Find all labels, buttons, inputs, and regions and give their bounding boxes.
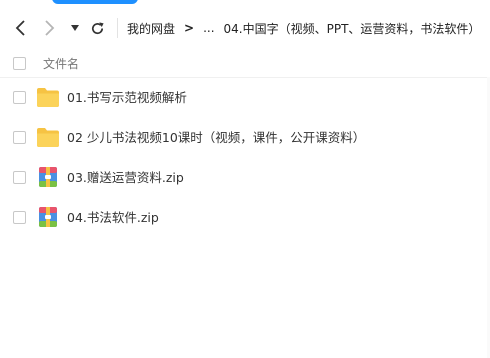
refresh-icon — [91, 21, 104, 34]
breadcrumb-ellipsis[interactable]: ... — [203, 21, 214, 35]
archive-icon — [39, 167, 57, 187]
row-checkbox[interactable] — [13, 131, 26, 144]
row-checkbox[interactable] — [13, 211, 26, 224]
file-row[interactable]: 03.赠送运营资料.zip — [0, 158, 490, 198]
chevron-right-icon — [45, 20, 55, 36]
back-button[interactable] — [10, 11, 32, 45]
row-checkbox[interactable] — [13, 91, 26, 104]
chevron-left-icon — [15, 20, 25, 36]
forward-button[interactable] — [38, 11, 60, 45]
file-name[interactable]: 03.赠送运营资料.zip — [67, 158, 184, 198]
breadcrumb-current: 04.中国字（视频、PPT、运营资料，书法软件） — [223, 21, 481, 36]
file-row[interactable]: 02 少儿书法视频10课时（视频，课件，公开课资料） — [0, 118, 490, 158]
file-name[interactable]: 01.书写示范视频解析 — [67, 78, 187, 118]
select-all-checkbox[interactable] — [13, 56, 26, 70]
nav-divider — [117, 18, 118, 38]
file-list-header: 文件名 — [0, 49, 490, 78]
archive-icon — [39, 207, 57, 227]
top-action-button-edge[interactable] — [52, 0, 138, 4]
file-row[interactable]: 01.书写示范视频解析 — [0, 78, 490, 118]
folder-icon — [37, 128, 59, 147]
caret-down-icon — [71, 25, 79, 31]
row-checkbox[interactable] — [13, 171, 26, 184]
refresh-button[interactable] — [88, 11, 106, 45]
folder-icon — [37, 88, 59, 107]
file-row[interactable]: 04.书法软件.zip — [0, 198, 490, 238]
navigation-bar: 我的网盘 > ... 04.中国字（视频、PPT、运营资料，书法软件） — [0, 11, 490, 56]
breadcrumb: 我的网盘 > ... 04.中国字（视频、PPT、运营资料，书法软件） — [127, 11, 480, 45]
file-name[interactable]: 02 少儿书法视频10课时（视频，课件，公开课资料） — [67, 118, 365, 158]
file-name[interactable]: 04.书法软件.zip — [67, 198, 159, 238]
breadcrumb-separator-icon: > — [184, 21, 195, 35]
history-dropdown-button[interactable] — [66, 11, 84, 45]
column-header-filename[interactable]: 文件名 — [43, 55, 79, 72]
breadcrumb-root[interactable]: 我的网盘 — [127, 20, 175, 37]
